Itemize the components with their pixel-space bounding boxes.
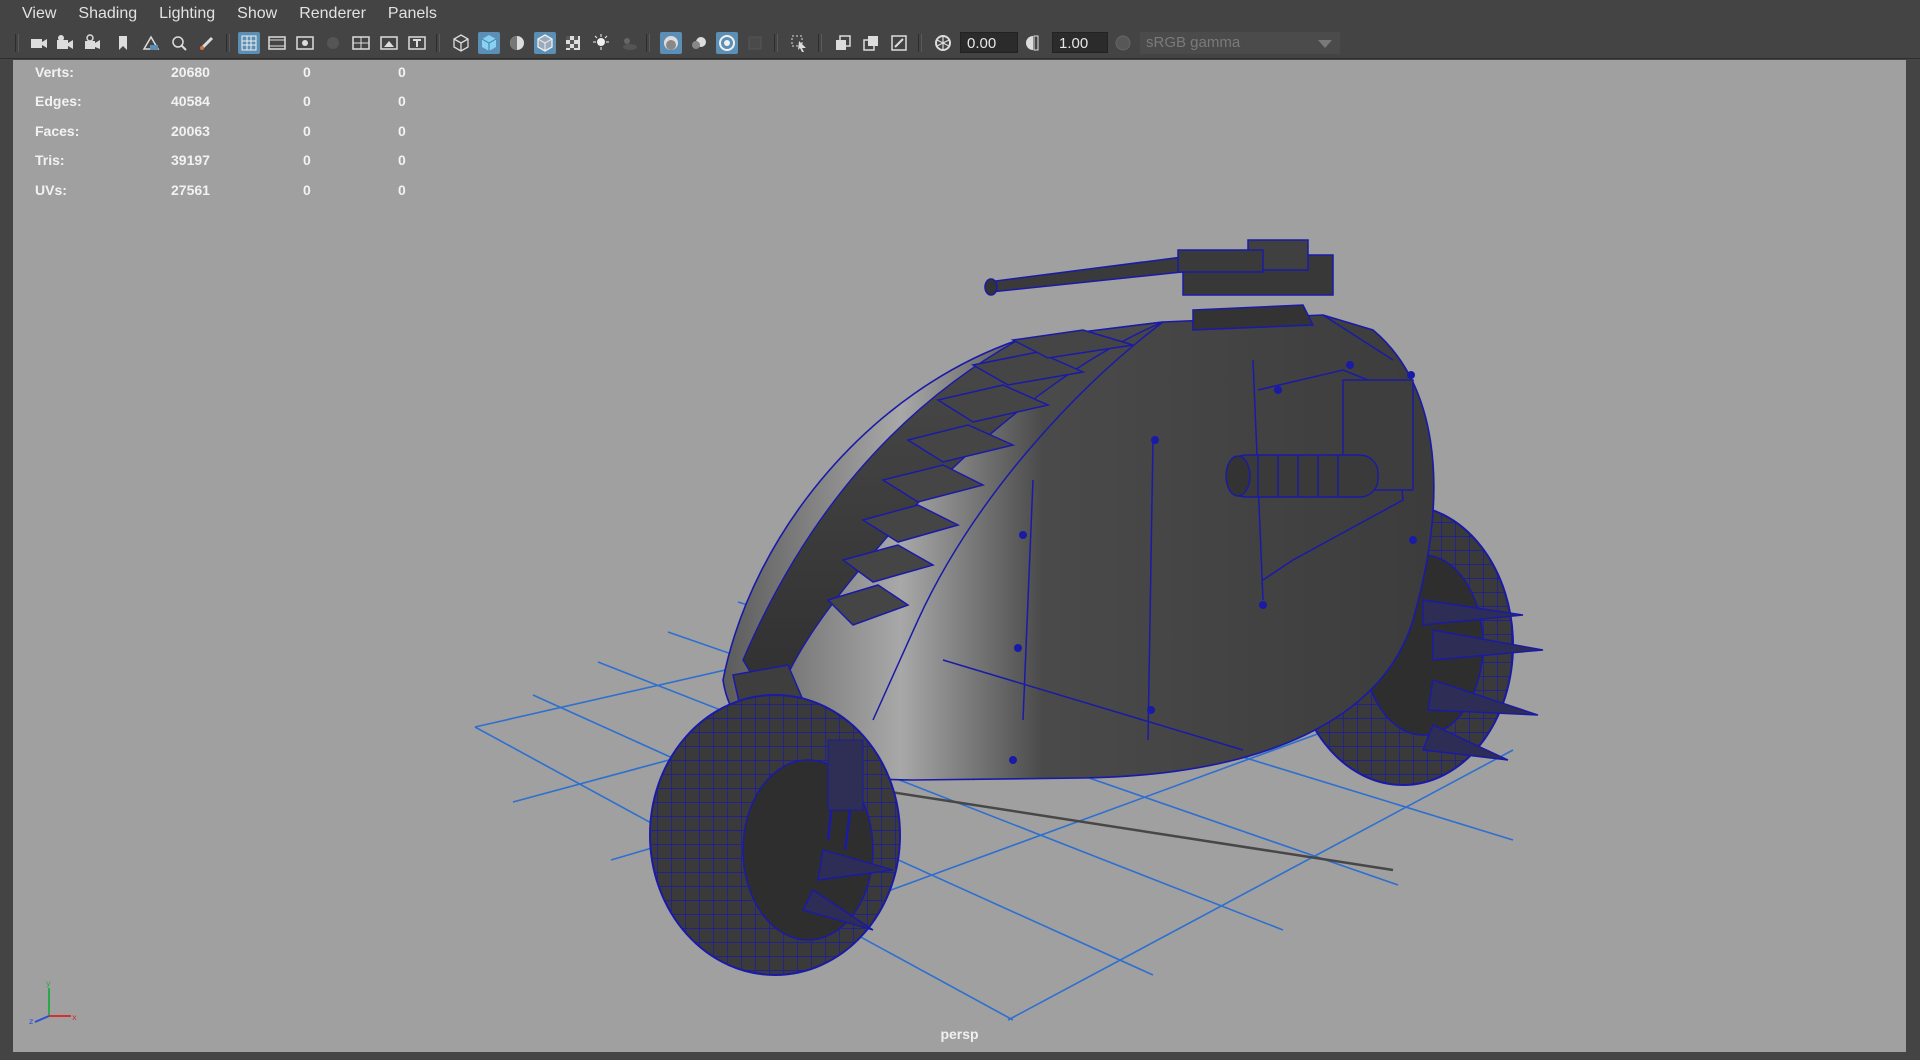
turret — [984, 239, 1334, 331]
menu-view[interactable]: View — [22, 5, 56, 23]
gamma-icon[interactable] — [1024, 32, 1046, 54]
gamma-field[interactable]: 1.00 — [1052, 32, 1108, 53]
grease-pencil-icon[interactable] — [196, 32, 218, 54]
hud-value: 0 — [398, 93, 406, 110]
chevron-down-icon — [1318, 40, 1332, 48]
pan-zoom-icon[interactable] — [168, 32, 190, 54]
panel-toolbar: 0.00 1.00 sRGB gamma — [0, 28, 1920, 59]
hud-value: 0 — [398, 122, 406, 139]
viewport-persp[interactable]: Verts: 20680 0 0 Edges: 40584 0 0 Faces:… — [13, 60, 1906, 1052]
depth-of-field-icon[interactable] — [744, 32, 766, 54]
screen-space-ao-icon[interactable] — [660, 32, 682, 54]
bookmark-icon[interactable] — [112, 32, 134, 54]
toolbar-divider — [436, 34, 440, 52]
toolbar-divider — [15, 34, 19, 52]
hud-value: 39197 — [171, 152, 210, 169]
hud-value: 20680 — [171, 64, 210, 80]
color-space-dropdown[interactable]: sRGB gamma — [1140, 32, 1340, 54]
menu-renderer[interactable]: Renderer — [299, 5, 366, 23]
toolbar-divider — [646, 34, 650, 52]
exposure-field[interactable]: 0.00 — [960, 32, 1018, 53]
camera-name-label: persp — [940, 1026, 979, 1042]
color-management-icon[interactable] — [1112, 32, 1134, 54]
toolbar-divider — [818, 34, 822, 52]
motion-blur-icon[interactable] — [688, 32, 710, 54]
image-plane-icon[interactable] — [140, 32, 162, 54]
hud-value: 0 — [303, 152, 311, 169]
wireframe-on-shaded-icon[interactable] — [534, 32, 556, 54]
scene-view[interactable] — [13, 60, 1906, 1052]
hud-value: 0 — [303, 93, 311, 110]
svg-text:y: y — [46, 979, 51, 988]
menu-shading[interactable]: Shading — [78, 5, 137, 23]
hud-label: Verts: — [35, 64, 74, 80]
hud-value: 0 — [398, 181, 406, 198]
anti-aliasing-icon[interactable] — [716, 32, 738, 54]
xray-joints-icon[interactable] — [860, 32, 882, 54]
smooth-shade-icon[interactable] — [478, 32, 500, 54]
hud-label: UVs: — [35, 181, 67, 198]
film-gate-icon[interactable] — [266, 32, 288, 54]
menu-panels[interactable]: Panels — [388, 5, 437, 23]
exposure-icon[interactable] — [932, 32, 954, 54]
color-space-value: sRGB gamma — [1146, 34, 1241, 51]
hud-value: 0 — [303, 181, 311, 198]
xray-components-icon[interactable] — [888, 32, 910, 54]
axis-gizmo-icon: y x z — [29, 979, 77, 1026]
hud-value: 27561 — [171, 181, 210, 198]
toolbar-divider — [918, 34, 922, 52]
shadows-icon[interactable] — [618, 32, 640, 54]
field-chart-icon[interactable] — [350, 32, 372, 54]
menu-lighting[interactable]: Lighting — [159, 5, 215, 23]
default-material-icon[interactable] — [506, 32, 528, 54]
hud-value: 0 — [303, 64, 311, 80]
safe-title-icon[interactable] — [406, 32, 428, 54]
camera-icon[interactable] — [28, 32, 50, 54]
wireframe-icon[interactable] — [450, 32, 472, 54]
hud-value: 20063 — [171, 122, 210, 139]
menu-show[interactable]: Show — [237, 5, 277, 23]
toolbar-divider — [226, 34, 230, 52]
resolution-gate-icon[interactable] — [294, 32, 316, 54]
camera-attributes-icon[interactable] — [54, 32, 76, 54]
hud-value: 0 — [398, 64, 406, 80]
hud-value: 0 — [398, 152, 406, 169]
hud-label: Tris: — [35, 152, 65, 169]
lights-icon[interactable] — [590, 32, 612, 54]
textured-icon[interactable] — [562, 32, 584, 54]
grid-icon[interactable] — [238, 32, 260, 54]
gate-mask-icon[interactable] — [322, 32, 344, 54]
hud-label: Faces: — [35, 122, 80, 139]
xray-icon[interactable] — [832, 32, 854, 54]
hud-value: 0 — [303, 122, 311, 139]
svg-text:x: x — [72, 1013, 77, 1022]
svg-text:z: z — [29, 1017, 33, 1026]
front-wheel — [649, 694, 901, 976]
camera-lock-icon[interactable] — [82, 32, 104, 54]
hud-value: 40584 — [171, 93, 210, 110]
isolate-select-icon[interactable] — [788, 32, 810, 54]
hud-label: Edges: — [35, 93, 82, 110]
toolbar-divider — [774, 34, 778, 52]
safe-action-icon[interactable] — [378, 32, 400, 54]
menu-bar: View Shading Lighting Show Renderer Pane… — [0, 0, 1920, 28]
